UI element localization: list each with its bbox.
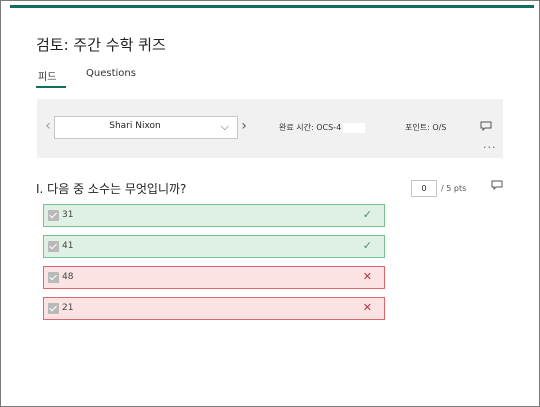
checkbox-checked-icon	[48, 210, 59, 221]
answer-option[interactable]: 41 ✓	[43, 235, 385, 258]
checkbox-checked-icon	[48, 303, 59, 314]
answer-option-label: 31	[62, 210, 74, 220]
checkbox-checked-icon	[48, 272, 59, 283]
completion-time: 완료 시간: OCS-4	[279, 122, 366, 133]
check-icon: ✓	[362, 208, 372, 221]
response-panel: ‹ Shari Nixon ⌵ › 완료 시간: OCS-4 포인트: O/S …	[37, 99, 503, 158]
accent-bar	[10, 5, 534, 8]
answer-option[interactable]: 21 ✕	[43, 297, 385, 320]
chevron-down-icon: ⌵	[220, 120, 229, 133]
comment-icon[interactable]	[480, 121, 492, 131]
check-icon: ✓	[362, 239, 372, 252]
respondent-dropdown[interactable]: Shari Nixon ⌵	[54, 116, 238, 139]
answer-option[interactable]: 48 ✕	[43, 266, 385, 289]
points-summary: 포인트: O/S	[405, 123, 447, 132]
answer-option-label: 41	[62, 241, 74, 251]
ellipsis-icon[interactable]: ···	[483, 141, 497, 154]
close-icon: ✕	[362, 301, 372, 314]
respondent-name: Shari Nixon	[109, 121, 161, 131]
tab-questions[interactable]: Questions	[86, 68, 136, 79]
active-tab-underline	[36, 86, 66, 88]
score-input[interactable]: 0	[411, 180, 437, 197]
answer-option-label: 21	[62, 303, 74, 313]
checkbox-checked-icon	[48, 241, 59, 252]
chevron-right-icon[interactable]: ›	[239, 118, 249, 134]
answer-option-label: 48	[62, 272, 74, 282]
score-suffix: / 5 pts	[441, 184, 467, 193]
page-title: 검토: 주간 수학 퀴즈	[36, 36, 166, 54]
chevron-left-icon[interactable]: ‹	[43, 118, 53, 134]
question-text: I. 다음 중 소수는 무엇입니까?	[36, 182, 187, 196]
answer-option[interactable]: 31 ✓	[43, 204, 385, 227]
comment-icon[interactable]	[491, 180, 503, 190]
close-icon: ✕	[362, 270, 372, 283]
